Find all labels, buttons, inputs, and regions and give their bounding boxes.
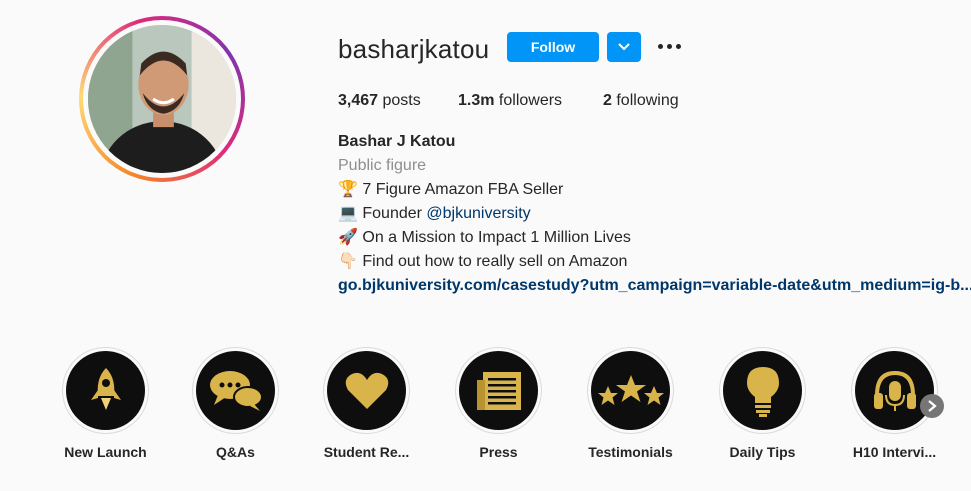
- followers-number: 1.3m: [458, 92, 495, 109]
- highlight-cover: [327, 351, 406, 430]
- highlight-label: New Launch: [64, 444, 147, 460]
- avatar[interactable]: [88, 25, 236, 173]
- chevron-right-icon: [928, 400, 937, 412]
- bio-external-link[interactable]: go.bjkuniversity.com/casestudy?utm_campa…: [338, 274, 971, 298]
- highlight-student-reviews[interactable]: Student Re...: [323, 347, 410, 460]
- highlight-label: Testimonials: [588, 444, 673, 460]
- highlight-cover: [66, 351, 145, 430]
- highlight-ring: [62, 347, 149, 434]
- highlight-label: Press: [479, 444, 518, 460]
- chat-bubbles-icon: [209, 370, 263, 411]
- highlight-press[interactable]: Press: [455, 347, 542, 460]
- bio-line-1: 🏆 7 Figure Amazon FBA Seller: [338, 181, 564, 198]
- newspaper-icon: [476, 371, 521, 410]
- avatar-frame: [83, 20, 241, 178]
- following-number: 2: [603, 92, 612, 109]
- highlight-ring: [851, 347, 938, 434]
- highlight-label: Daily Tips: [729, 444, 796, 460]
- highlight-ring: [455, 347, 542, 434]
- highlight-cover: [459, 351, 538, 430]
- highlight-cover: [196, 351, 275, 430]
- followers-link[interactable]: 1.3m followers: [458, 92, 562, 110]
- follow-button[interactable]: Follow: [507, 32, 599, 62]
- highlight-ring: [719, 347, 806, 434]
- highlight-ring: [192, 347, 279, 434]
- highlight-new-launch[interactable]: New Launch: [62, 347, 149, 460]
- highlight-testimonials[interactable]: Testimonials: [587, 347, 674, 460]
- highlight-qas[interactable]: Q&As: [192, 347, 279, 460]
- profile-avatar-ring[interactable]: [79, 16, 245, 182]
- highlight-cover: [591, 351, 670, 430]
- suggested-accounts-dropdown-button[interactable]: [607, 32, 641, 62]
- posts-label: posts: [382, 92, 421, 109]
- highlight-ring: [323, 347, 410, 434]
- followers-label: followers: [498, 92, 563, 109]
- chevron-down-icon: [618, 43, 630, 51]
- avatar-photo: [88, 25, 236, 173]
- bio-line-4: 👇🏻 Find out how to really sell on Amazon: [338, 253, 628, 270]
- three-stars-icon: [597, 374, 664, 405]
- following-label: following: [616, 92, 679, 109]
- following-link[interactable]: 2 following: [603, 92, 679, 110]
- rocket-icon: [90, 367, 121, 410]
- highlight-label: H10 Intervi...: [852, 444, 937, 460]
- highlight-label: Student Re...: [323, 444, 410, 460]
- headphones-mic-icon: [873, 370, 916, 411]
- bio-line-2: 💻 Founder @bjkuniversity: [338, 202, 531, 226]
- posts-number: 3,467: [338, 92, 379, 109]
- highlight-ring: [587, 347, 674, 434]
- highlight-daily-tips[interactable]: Daily Tips: [719, 347, 806, 460]
- username: basharjkatou: [338, 34, 490, 64]
- highlight-label: Q&As: [216, 444, 255, 460]
- lightbulb-icon: [746, 366, 779, 417]
- highlight-cover: [855, 351, 934, 430]
- profile-full-name: Bashar J Katou: [338, 133, 456, 150]
- bio-line-2-text: 💻 Founder: [338, 205, 427, 222]
- more-options-icon[interactable]: [658, 44, 682, 50]
- highlight-cover: [723, 351, 802, 430]
- heart-icon: [345, 372, 388, 409]
- profile-category: Public figure: [338, 157, 427, 174]
- bio-mention-link[interactable]: @bjkuniversity: [426, 205, 530, 222]
- posts-count: 3,467 posts: [338, 92, 421, 110]
- highlights-next-button[interactable]: [920, 394, 944, 418]
- bio-line-3: 🚀 On a Mission to Impact 1 Million Lives: [338, 229, 631, 246]
